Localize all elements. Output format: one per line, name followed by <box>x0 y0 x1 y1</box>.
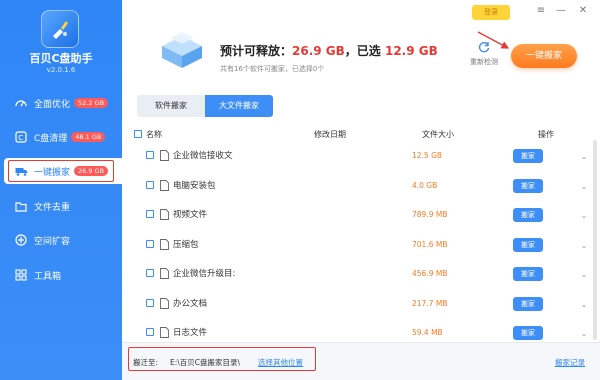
target-path: E:\百贝C盘搬家目录\ <box>170 358 241 367</box>
row-checkbox[interactable] <box>146 151 154 159</box>
chevron-down-icon[interactable]: ⌄ <box>580 271 588 279</box>
file-icon <box>160 179 169 191</box>
chevron-down-icon[interactable]: ⌄ <box>580 241 588 250</box>
column-name: 名称 <box>146 130 162 139</box>
row-checkbox[interactable] <box>146 328 154 336</box>
row-name: 电脑安装包 <box>173 180 216 191</box>
move-to-label: 搬迁至: <box>133 358 159 367</box>
row-name: 日志文件 <box>173 328 208 338</box>
move-button[interactable]: 搬家 <box>513 178 543 193</box>
file-icon <box>160 268 169 279</box>
row-name: 企业微信升级目: <box>173 269 236 279</box>
column-size: 文件大小 <box>422 130 454 139</box>
row-size: 217.7 MB <box>412 298 448 308</box>
file-icon <box>160 209 169 220</box>
chevron-down-icon[interactable]: ⌄ <box>580 212 588 220</box>
file-icon <box>160 238 169 250</box>
row-size: 701.6 MB <box>412 239 448 249</box>
row-name: 压缩包 <box>173 239 199 250</box>
row-checkbox[interactable] <box>146 239 154 248</box>
column-action: 操作 <box>538 130 554 139</box>
row-size: 789.9 MB <box>412 210 448 219</box>
scrollbar[interactable] <box>593 140 597 340</box>
move-button[interactable]: 搬家 <box>513 237 543 252</box>
row-name: 视频文件 <box>173 210 208 220</box>
row-size: 59.4 MB <box>412 328 443 337</box>
annotation-arrows <box>320 31 510 364</box>
chevron-down-icon[interactable]: ⌄ <box>580 153 588 161</box>
move-button[interactable]: 搬家 <box>513 149 543 163</box>
tab-large-file-move[interactable]: 大文件搬家 <box>205 95 273 117</box>
row-checkbox[interactable] <box>146 269 154 277</box>
chevron-down-icon[interactable]: ⌄ <box>580 182 588 191</box>
row-name: 办公文档 <box>173 298 208 309</box>
row-size: 4.0 GB <box>412 180 438 190</box>
row-checkbox[interactable] <box>146 180 154 189</box>
tab-software-move[interactable]: 软件搬家 <box>137 95 205 117</box>
row-checkbox[interactable] <box>146 210 154 218</box>
move-button[interactable]: 搬家 <box>513 267 543 281</box>
move-button[interactable]: 搬家 <box>513 208 543 222</box>
chevron-down-icon[interactable]: ⌄ <box>580 300 588 309</box>
chevron-down-icon[interactable]: ⌄ <box>580 330 588 338</box>
file-icon <box>160 150 169 161</box>
move-button[interactable]: 搬家 <box>513 296 543 311</box>
row-size: 12.5 GB <box>412 151 443 160</box>
row-name: 企业微信接收文 <box>173 151 233 161</box>
row-size: 456.9 MB <box>412 269 448 278</box>
move-button[interactable]: 搬家 <box>513 326 543 340</box>
row-checkbox[interactable] <box>146 298 154 307</box>
choose-location-link[interactable]: 选择其他位置 <box>258 357 303 368</box>
file-icon <box>160 297 169 309</box>
file-icon <box>160 327 169 338</box>
column-date: 修改日期 <box>314 130 346 139</box>
move-records-link[interactable]: 搬家记录 <box>555 357 585 368</box>
select-all-checkbox[interactable] <box>134 130 142 138</box>
